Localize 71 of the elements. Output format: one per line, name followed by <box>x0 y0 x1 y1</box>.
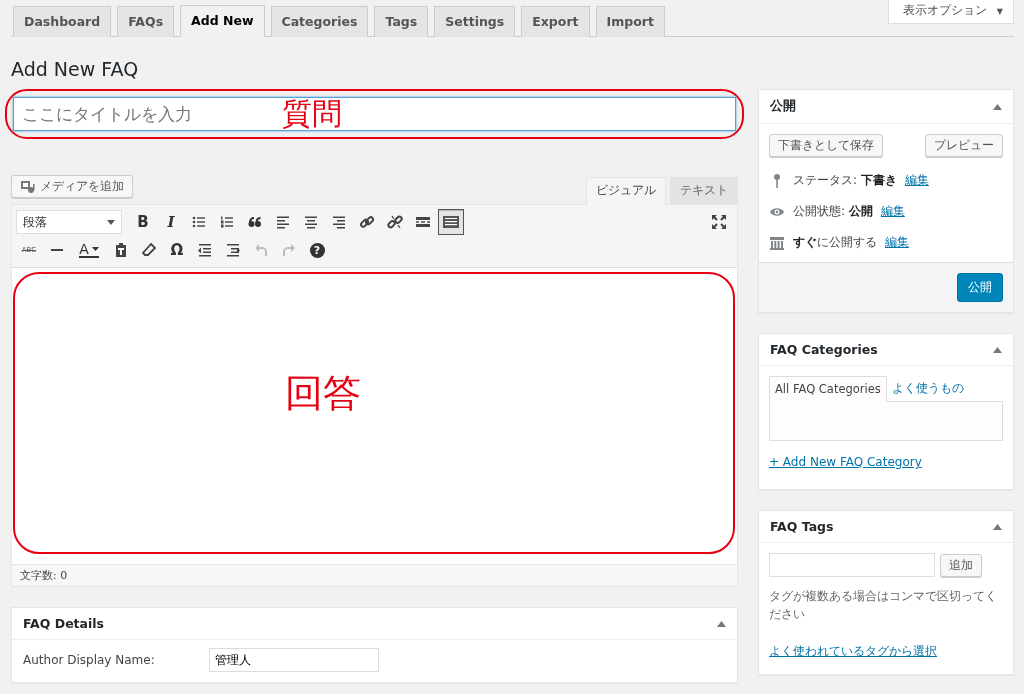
undo-icon <box>253 242 269 258</box>
annotation-text: 質問 <box>282 95 342 133</box>
nav-tab[interactable]: Add New <box>180 5 265 37</box>
read-more-icon <box>415 214 431 230</box>
nav-tab[interactable]: Dashboard <box>13 6 112 37</box>
category-tab[interactable]: All FAQ Categories <box>769 376 887 402</box>
annotation-text: 回答 <box>285 370 361 416</box>
post-status: ステータス: 下書き <box>793 172 897 189</box>
collapse-icon[interactable] <box>993 346 1002 353</box>
editor-mode-tab[interactable]: テキスト <box>670 177 738 204</box>
toolbar-toggle-icon <box>442 214 460 230</box>
page-heading: Add New FAQ <box>11 57 140 81</box>
choose-tags-link[interactable]: よく使われているタグから選択 <box>769 644 937 658</box>
format-select[interactable]: 段落 <box>16 210 122 234</box>
publish-button[interactable]: 公開 <box>957 273 1003 302</box>
outdent-icon <box>197 242 213 258</box>
numbered-list-icon <box>219 214 235 230</box>
box-title: FAQ Categories <box>770 342 878 357</box>
toolbar-button[interactable]: Ω <box>164 237 190 263</box>
nav-tab[interactable]: Import <box>595 6 665 37</box>
toolbar-button[interactable] <box>438 209 464 235</box>
horizontal-line-icon <box>51 249 63 251</box>
collapse-icon[interactable] <box>993 103 1002 110</box>
nav-tab[interactable]: Tags <box>374 6 429 37</box>
nav-tab[interactable]: Settings <box>434 6 516 37</box>
toolbar-button[interactable]: A <box>72 237 106 263</box>
add-media-button[interactable]: メディアを追加 <box>11 175 133 198</box>
save-draft-button[interactable]: 下書きとして保存 <box>769 134 883 157</box>
align-right-icon <box>331 214 347 230</box>
word-count: 文字数: 0 <box>20 569 68 582</box>
add-tag-button[interactable]: 追加 <box>940 553 982 577</box>
unlink-icon <box>387 214 403 230</box>
editor-mode-tab[interactable]: ビジュアル <box>586 177 666 205</box>
nav-tab[interactable]: Categories <box>270 6 369 37</box>
media-icon <box>20 179 36 194</box>
nav-tab[interactable]: FAQs <box>117 6 175 37</box>
edit-link[interactable]: 編集 <box>880 203 905 220</box>
eraser-icon <box>141 242 157 258</box>
tag-field[interactable] <box>769 553 935 577</box>
clipboard-icon <box>113 242 129 258</box>
box-title: FAQ Details <box>23 616 105 631</box>
link-icon <box>359 214 375 230</box>
indent-icon <box>225 242 241 258</box>
preview-button[interactable]: プレビュー <box>925 134 1003 157</box>
box-title: FAQ Tags <box>770 519 834 534</box>
toolbar-button[interactable]: B <box>130 209 156 235</box>
quote-icon <box>247 214 263 230</box>
field-label: Author Display Name: <box>23 653 156 667</box>
align-center-icon <box>303 214 319 230</box>
fullscreen-icon[interactable] <box>711 214 727 230</box>
bulleted-list-icon <box>191 214 207 230</box>
post-visibility: 公開状態: 公開 <box>793 203 873 220</box>
add-category-link[interactable]: + Add New FAQ Category <box>769 455 922 469</box>
toolbar-button[interactable]: I <box>158 209 184 235</box>
box-title: 公開 <box>770 98 796 115</box>
author-name-field[interactable]: 管理人 <box>209 648 379 672</box>
edit-link[interactable]: 編集 <box>904 172 929 189</box>
nav-tab[interactable]: Export <box>521 6 590 37</box>
align-left-icon <box>275 214 291 230</box>
screen-options-button[interactable]: 表示オプション ▼ <box>888 0 1014 24</box>
toolbar-button[interactable]: ? <box>304 237 330 263</box>
edit-link[interactable]: 編集 <box>885 234 909 251</box>
caret-icon <box>107 219 115 225</box>
tag-hint: タグが複数ある場合はコンマで区切ってください <box>769 588 998 623</box>
caret-icon <box>91 247 99 251</box>
category-tab[interactable]: よく使うもの <box>886 376 969 401</box>
collapse-icon[interactable] <box>717 620 726 627</box>
calendar-icon <box>769 234 785 251</box>
publish-schedule: すぐに公開する <box>793 234 877 251</box>
redo-icon <box>281 242 297 258</box>
collapse-icon[interactable] <box>993 523 1002 530</box>
